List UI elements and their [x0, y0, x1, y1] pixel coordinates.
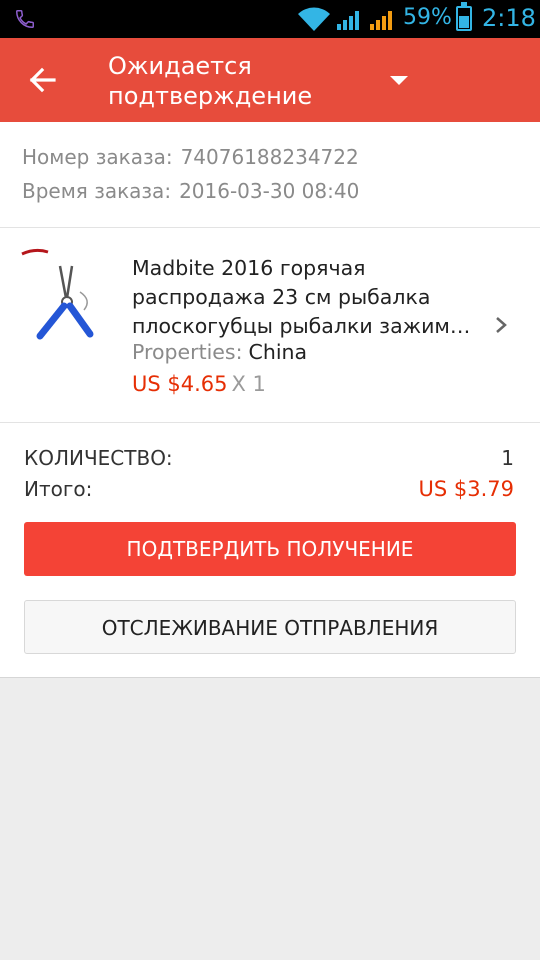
- product-thumbnail: [20, 248, 112, 346]
- product-title: Madbite 2016 горячая распродажа 23 см ры…: [132, 256, 471, 338]
- chevron-right-icon[interactable]: [492, 314, 510, 336]
- caret-down-icon[interactable]: [390, 76, 408, 85]
- title-line-2: подтверждение: [108, 82, 313, 110]
- order-time-label: Время заказа:: [22, 179, 172, 203]
- phone-icon: [16, 10, 34, 28]
- quantity-label: КОЛИЧЕСТВО:: [24, 446, 173, 470]
- app-bar: Ожидается подтверждение: [0, 38, 540, 122]
- order-number-label: Номер заказа:: [22, 145, 173, 169]
- title-line-1: Ожидается: [108, 52, 252, 80]
- quantity-value: 1: [501, 446, 514, 470]
- properties-label: Properties:: [132, 340, 243, 364]
- product-quantity: X 1: [231, 372, 266, 396]
- order-time-value: 2016-03-30 08:40: [179, 179, 360, 203]
- properties-value: China: [248, 340, 308, 364]
- battery-icon: [456, 2, 472, 31]
- total-label: Итого:: [24, 477, 93, 501]
- clock: 2:18: [482, 4, 536, 32]
- page-title[interactable]: Ожидается подтверждение: [108, 51, 378, 111]
- product-item[interactable]: Madbite 2016 горячая распродажа 23 см ры…: [0, 228, 540, 422]
- order-card: Номер заказа: 74076188234722 Время заказа…: [0, 122, 540, 678]
- total-row: Итого: US $3.79: [24, 477, 516, 501]
- order-time-row: Время заказа: 2016-03-30 08:40: [22, 179, 359, 203]
- battery-percent: 59%: [403, 5, 452, 30]
- signal-icon-2: [370, 11, 392, 30]
- product-properties: Properties: China: [132, 340, 307, 364]
- arrow-left-icon[interactable]: [24, 60, 60, 100]
- order-number-row: Номер заказа: 74076188234722: [22, 145, 359, 169]
- track-shipment-button[interactable]: ОТСЛЕЖИВАНИЕ ОТПРАВЛЕНИЯ: [24, 600, 516, 654]
- quantity-row: КОЛИЧЕСТВО: 1: [24, 446, 516, 470]
- wifi-icon: [298, 7, 330, 31]
- status-bar: 59% 2:18: [0, 0, 540, 38]
- divider: [0, 422, 540, 423]
- order-number-value: 74076188234722: [180, 145, 359, 169]
- product-price: US $4.65: [132, 372, 228, 396]
- signal-icon: [337, 11, 359, 30]
- product-price-row: US $4.65 X 1: [132, 372, 266, 396]
- total-value: US $3.79: [418, 477, 515, 501]
- confirm-receipt-button[interactable]: ПОДТВЕРДИТЬ ПОЛУЧЕНИЕ: [24, 522, 516, 576]
